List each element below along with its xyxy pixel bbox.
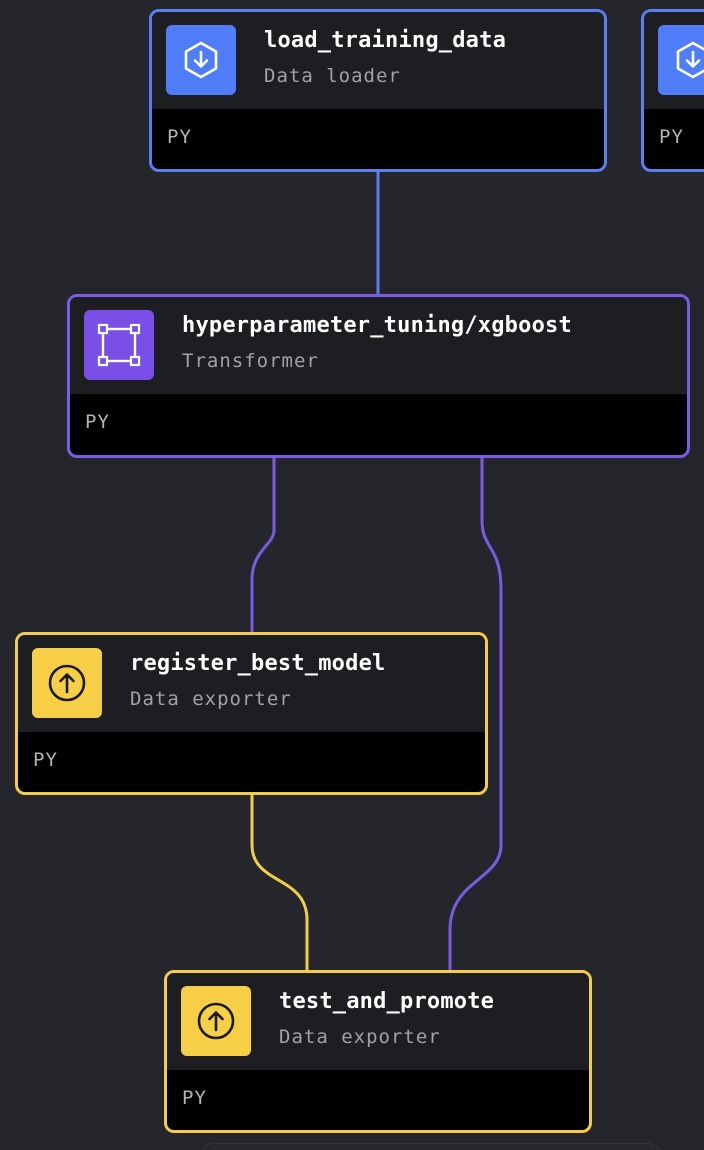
block-header: load_training_data Data loader <box>152 12 604 109</box>
pipeline-canvas[interactable]: load_training_data Data loader PY PY hyp… <box>0 0 704 1150</box>
block-header: register_best_model Data exporter <box>18 635 485 732</box>
block-type: Data loader <box>264 65 401 87</box>
block-hyperparameter-tuning[interactable]: hyperparameter_tuning/xgboost Transforme… <box>67 294 690 458</box>
block-language: PY <box>182 1087 207 1109</box>
edge-hyper-to-register <box>250 458 276 632</box>
canvas-bottom-panel <box>200 1143 662 1150</box>
block-name: register_best_model <box>130 651 386 676</box>
block-name: test_and_promote <box>279 989 495 1014</box>
block-language: PY <box>659 126 684 148</box>
block-header: test_and_promote Data exporter <box>167 973 589 1070</box>
block-data-loader-partial[interactable]: PY <box>641 9 704 172</box>
block-header: hyperparameter_tuning/xgboost Transforme… <box>70 297 687 394</box>
block-language: PY <box>33 749 58 771</box>
upload-icon <box>32 648 102 718</box>
download-icon <box>166 25 236 95</box>
block-type: Data exporter <box>130 688 292 710</box>
block-type: Data exporter <box>279 1026 441 1048</box>
block-name: hyperparameter_tuning/xgboost <box>182 313 572 338</box>
transform-square-icon <box>84 310 154 380</box>
block-header <box>644 12 704 109</box>
edge-register-to-test <box>250 795 309 970</box>
block-type: Transformer <box>182 350 319 372</box>
block-language: PY <box>167 126 192 148</box>
block-language: PY <box>85 411 110 433</box>
block-test-and-promote[interactable]: test_and_promote Data exporter PY <box>164 970 592 1133</box>
download-icon <box>658 25 704 95</box>
upload-icon <box>181 986 251 1056</box>
block-name: load_training_data <box>264 28 507 53</box>
block-load-training-data[interactable]: load_training_data Data loader PY <box>149 9 607 172</box>
block-register-best-model[interactable]: register_best_model Data exporter PY <box>15 632 488 795</box>
